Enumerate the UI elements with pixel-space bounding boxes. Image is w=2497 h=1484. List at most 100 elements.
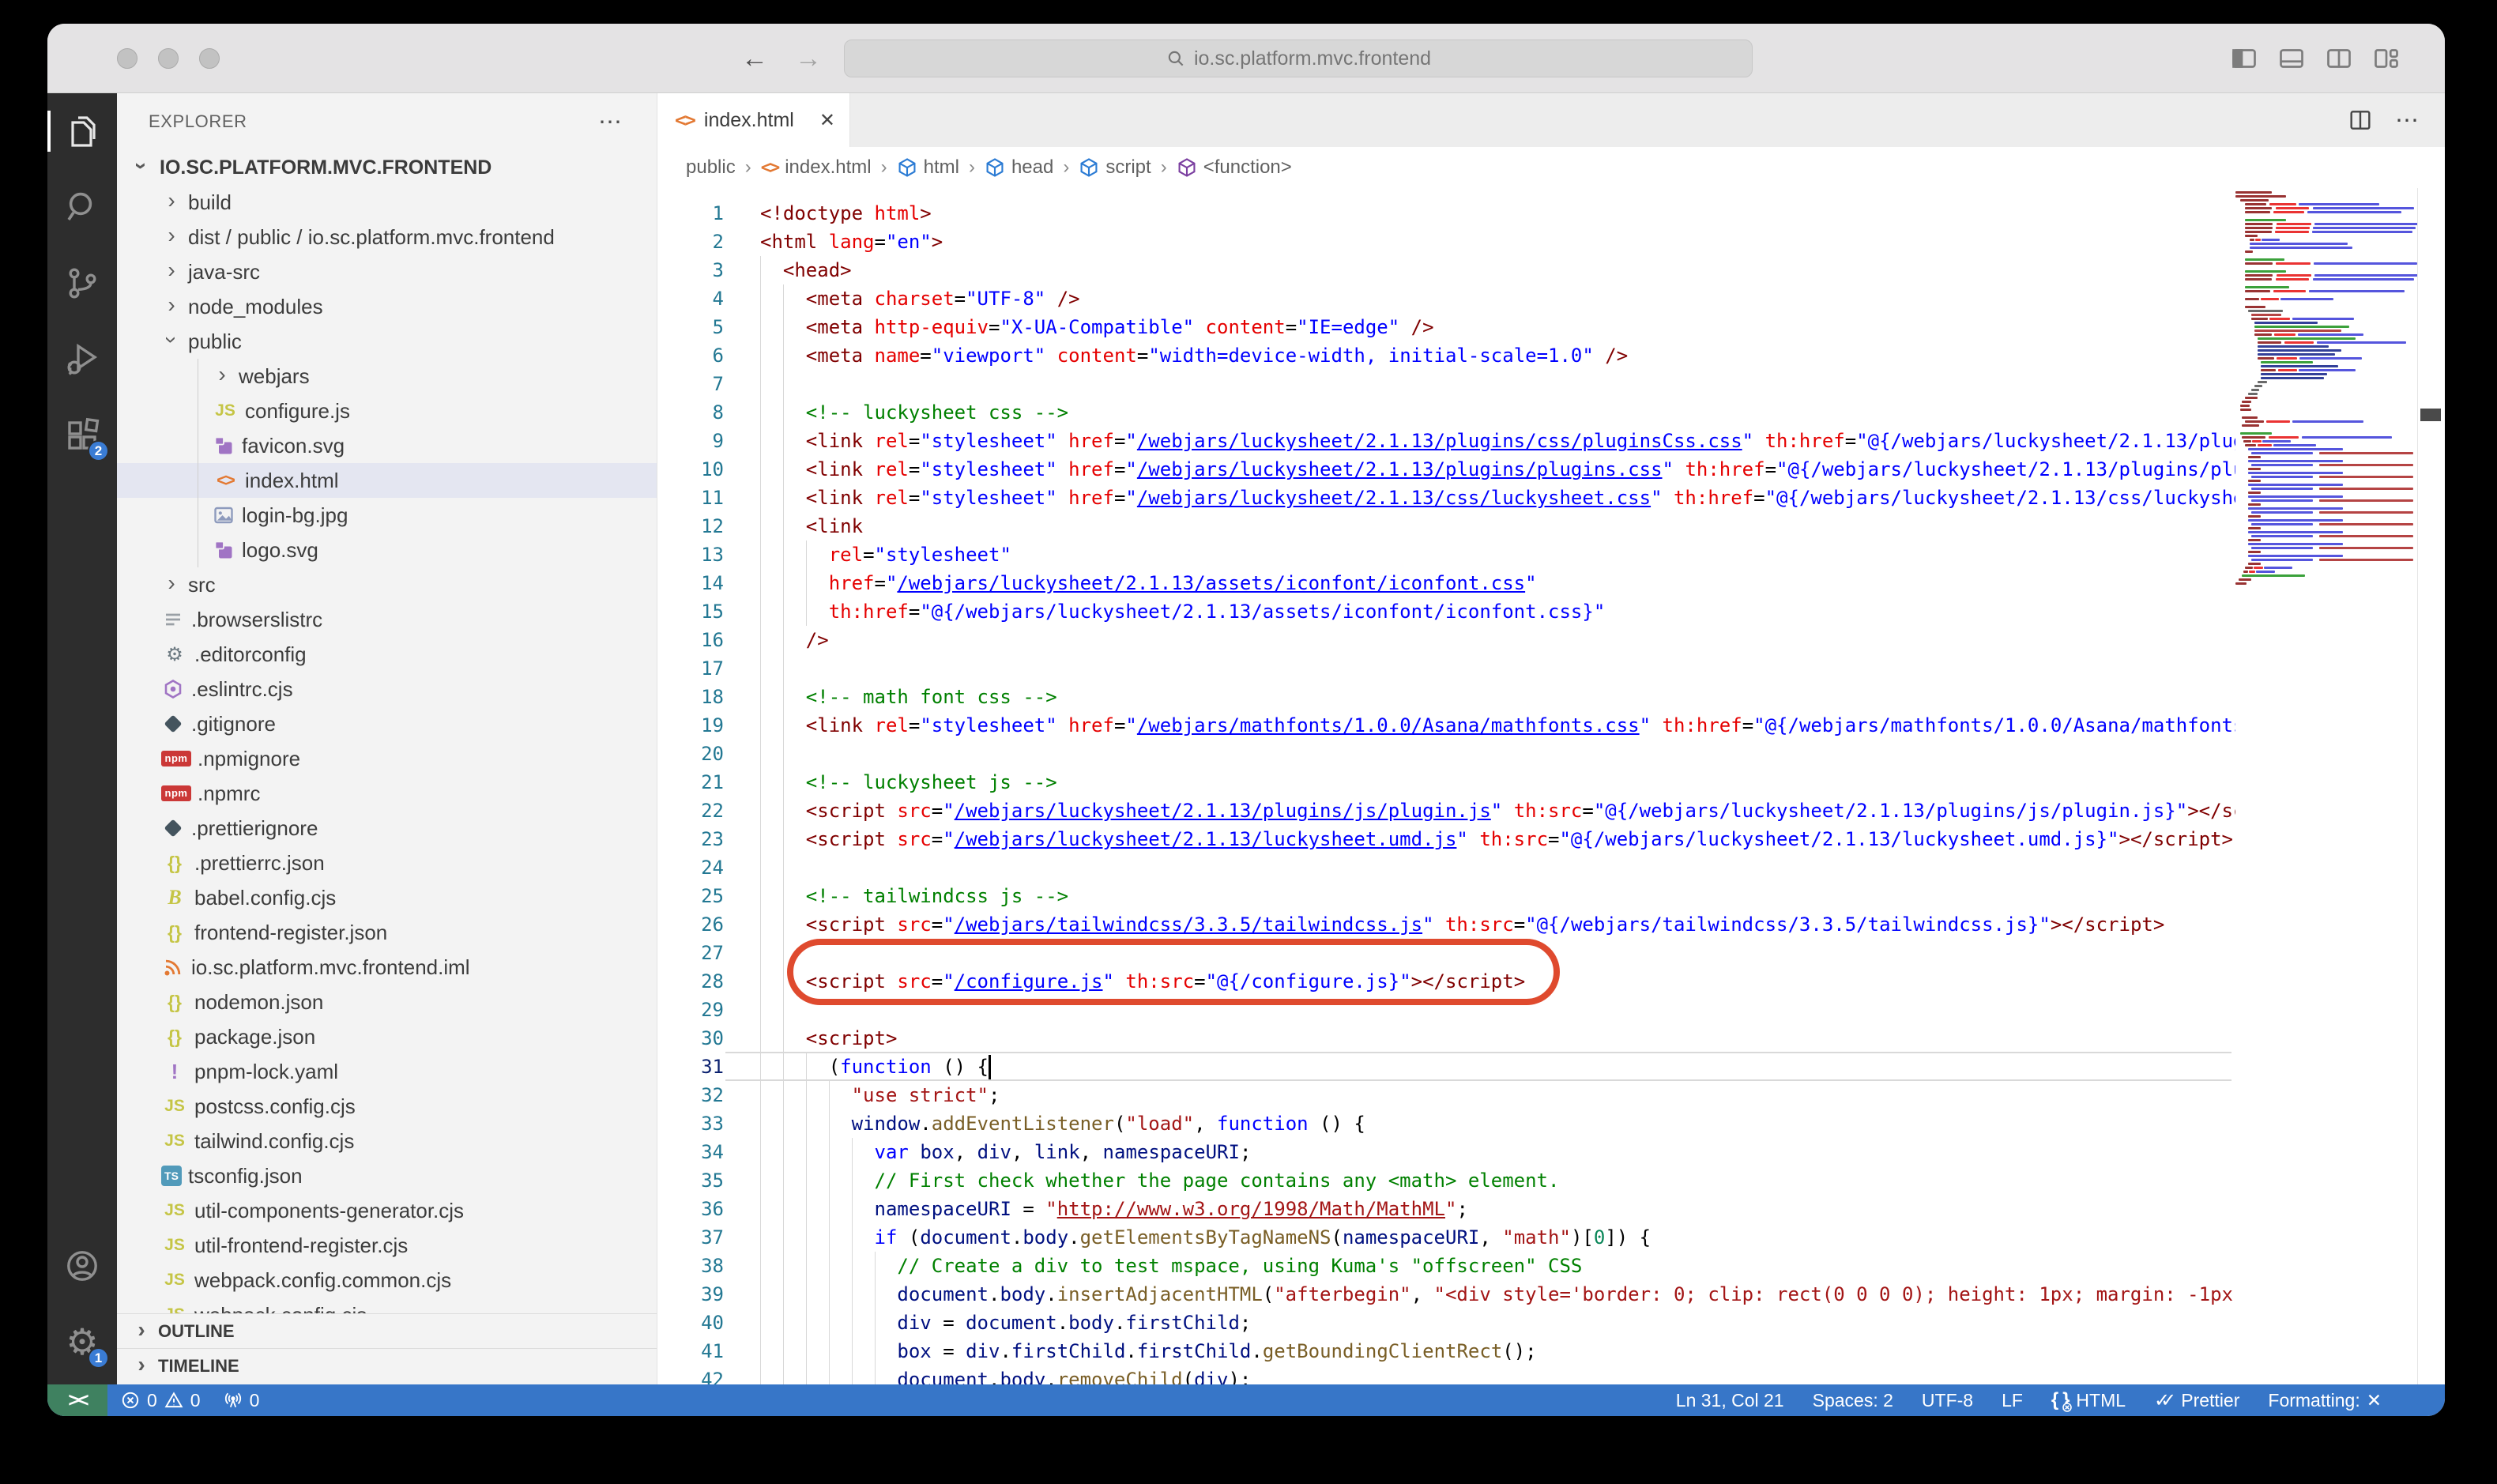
tree-item[interactable]: npm.npmrc [117, 776, 657, 811]
close-tab-icon[interactable]: ✕ [819, 109, 835, 132]
tree-item[interactable]: Bbabel.config.cjs [117, 880, 657, 915]
source-control-icon [63, 264, 101, 302]
line-number: 41 [657, 1337, 724, 1365]
minimap-line [2275, 231, 2308, 233]
tree-item[interactable]: JSpostcss.config.cjs [117, 1089, 657, 1124]
close-window-button[interactable] [117, 48, 137, 69]
formatter-status[interactable]: ✓✓ Prettier [2154, 1389, 2239, 1412]
minimap-line [2277, 223, 2311, 225]
minimize-window-button[interactable] [158, 48, 179, 69]
outline-section[interactable]: › OUTLINE [117, 1313, 657, 1348]
scrollbar-thumb[interactable] [2420, 409, 2441, 421]
tab-index-html[interactable]: <> index.html ✕ [657, 93, 850, 147]
scrollbar-track[interactable] [2418, 188, 2445, 1384]
project-root-folder[interactable]: › IO.SC.PLATFORM.MVC.FRONTEND [117, 150, 657, 185]
remote-indicator[interactable]: >< [47, 1384, 107, 1416]
explorer-more-actions-icon[interactable]: ⋯ [598, 108, 623, 136]
tree-item[interactable]: ›src [117, 567, 657, 602]
breadcrumb-label: head [1011, 156, 1053, 179]
breadcrumb-item[interactable]: script [1079, 156, 1151, 179]
formatting-status[interactable]: Formatting: ✕ [2268, 1390, 2382, 1411]
minimap-line [2245, 211, 2270, 213]
tree-item[interactable]: .eslintrc.cjs [117, 672, 657, 706]
breadcrumb-item[interactable]: <>index.html [761, 156, 872, 179]
tree-item[interactable]: JSutil-components-generator.cjs [117, 1193, 657, 1228]
tree-item[interactable]: npm.npmignore [117, 741, 657, 776]
ports-status[interactable]: 0 [223, 1390, 260, 1411]
tree-item[interactable]: .gitignore [117, 706, 657, 741]
tree-item[interactable]: {}nodemon.json [117, 985, 657, 1019]
customize-layout-icon[interactable] [2372, 44, 2401, 73]
activity-explorer[interactable] [47, 93, 117, 169]
tree-item-label: package.json [194, 1025, 315, 1049]
tree-item[interactable]: {}.prettierrc.json [117, 846, 657, 880]
editor-more-actions-icon[interactable]: ⋯ [2395, 107, 2421, 134]
settings-button[interactable]: ⚙ 1 [47, 1304, 117, 1380]
navigate-forward-icon[interactable]: → [795, 43, 822, 74]
tree-item[interactable]: ›public [117, 324, 657, 359]
tree-item[interactable]: .prettierignore [117, 811, 657, 846]
tree-item[interactable]: JStailwind.config.cjs [117, 1124, 657, 1158]
zoom-window-button[interactable] [199, 48, 220, 69]
minimap-line [2319, 547, 2413, 549]
code-line: 36 namespaceURI = "http://www.w3.org/199… [657, 1195, 2445, 1223]
breadcrumb-item[interactable]: head [985, 156, 1053, 179]
indentation-status[interactable]: Spaces: 2 [1813, 1390, 1893, 1411]
line-number: 11 [657, 484, 724, 512]
minimap-line [2240, 409, 2251, 411]
language-mode-status[interactable]: { } HTML [2051, 1389, 2126, 1411]
minimap-line [2276, 278, 2310, 281]
line-number: 4 [657, 284, 724, 313]
tree-item[interactable]: JSwebpack.config.common.cjs [117, 1263, 657, 1298]
minimap-line [2245, 567, 2253, 569]
minimap-line [2254, 322, 2318, 324]
minimap-line [2242, 436, 2265, 439]
navigate-back-icon[interactable]: ← [741, 43, 768, 74]
breadcrumb-item[interactable]: public [686, 156, 736, 179]
encoding-status[interactable]: UTF-8 [1922, 1390, 1973, 1411]
toggle-secondary-sidebar-icon[interactable] [2325, 44, 2353, 73]
minimap-line [2248, 543, 2343, 545]
problems-status[interactable]: 0 0 [120, 1390, 201, 1411]
tree-item[interactable]: JSutil-frontend-register.cjs [117, 1228, 657, 1263]
minimap[interactable] [2235, 188, 2417, 1384]
tree-item[interactable]: io.sc.platform.mvc.frontend.iml [117, 950, 657, 985]
tree-item[interactable]: {} package.json [117, 1019, 657, 1054]
tree-item[interactable]: ›dist / public / io.sc.platform.mvc.fron… [117, 220, 657, 254]
eol-status[interactable]: LF [2002, 1390, 2023, 1411]
tree-item[interactable]: ›java-src [117, 254, 657, 289]
activity-source-control[interactable] [47, 245, 117, 321]
activity-run-debug[interactable] [47, 321, 117, 397]
tree-item[interactable]: JSwebpack.config.cjs [117, 1298, 657, 1313]
run-and-debug-icon [63, 340, 101, 378]
code-line: 39 document.body.insertAdjacentHTML("aft… [657, 1280, 2445, 1309]
tree-item[interactable]: {}frontend-register.json [117, 915, 657, 950]
split-editor-icon[interactable] [2348, 107, 2373, 133]
tree-item[interactable]: TStsconfig.json [117, 1158, 657, 1193]
account-button[interactable] [47, 1228, 117, 1304]
json-file-icon: {} [161, 853, 188, 874]
breadcrumb-item[interactable]: <function> [1177, 156, 1292, 179]
toggle-panel-icon[interactable] [2277, 44, 2306, 73]
json-file-icon: {} [161, 1026, 188, 1048]
formatting-close-icon[interactable]: ✕ [2367, 1390, 2382, 1411]
breadcrumb-item[interactable]: html [897, 156, 959, 179]
activity-search[interactable] [47, 169, 117, 245]
toggle-sidebar-icon[interactable] [2230, 44, 2258, 73]
tree-item[interactable]: !pnpm-lock.yaml [117, 1054, 657, 1089]
cursor-position-status[interactable]: Ln 31, Col 21 [1676, 1390, 1784, 1411]
tree-item[interactable]: ›node_modules [117, 289, 657, 324]
minimap-line [2319, 523, 2413, 525]
command-center-search[interactable]: io.sc.platform.mvc.frontend [844, 40, 1753, 77]
code-line: 16 /> [657, 626, 2445, 654]
minimap-line [2258, 341, 2281, 344]
minimap-line [2264, 567, 2292, 569]
tree-item[interactable]: ⚙.editorconfig [117, 637, 657, 672]
code-editor[interactable]: 1<!doctype html>2<html lang="en">3 <head… [657, 188, 2445, 1384]
code-line-content [724, 853, 760, 882]
indent-guide [760, 370, 761, 398]
tree-item[interactable]: .browserslistrc [117, 602, 657, 637]
timeline-section[interactable]: › TIMELINE [117, 1348, 657, 1383]
activity-extensions[interactable]: 2 [47, 397, 117, 473]
tree-item[interactable]: ›build [117, 185, 657, 220]
